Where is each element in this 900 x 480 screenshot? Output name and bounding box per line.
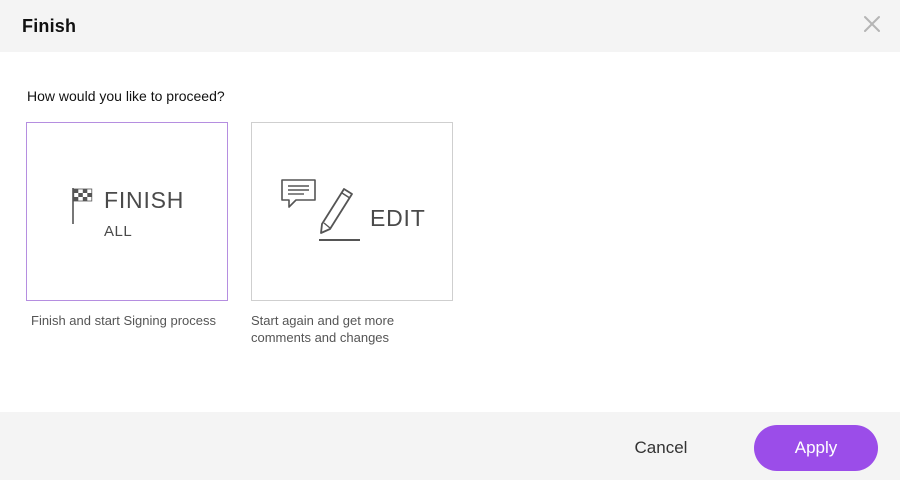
finish-caption: Finish and start Signing process xyxy=(31,313,216,328)
close-button[interactable] xyxy=(862,14,882,34)
finish-label: FINISH xyxy=(104,187,185,213)
cancel-button[interactable]: Cancel xyxy=(622,435,700,461)
dialog-title: Finish xyxy=(22,15,77,36)
dialog-footer: Cancel Apply xyxy=(0,412,900,480)
pencil-icon xyxy=(319,188,360,241)
edit-label: EDIT xyxy=(370,205,426,231)
dialog-header: Finish xyxy=(0,0,900,52)
apply-button[interactable]: Apply xyxy=(754,425,878,471)
checkered-flag-icon xyxy=(72,188,93,224)
close-icon xyxy=(864,16,880,32)
finish-all-option[interactable]: FINISH ALL xyxy=(26,122,228,301)
edit-option[interactable]: EDIT xyxy=(251,122,453,301)
comment-icon xyxy=(281,179,316,208)
proceed-question: How would you like to proceed? xyxy=(27,88,225,104)
edit-caption: Start again and get more comments and ch… xyxy=(251,313,395,345)
finish-sublabel: ALL xyxy=(104,223,133,240)
finish-dialog: Finish How would you like to proceed? FI… xyxy=(0,0,900,480)
